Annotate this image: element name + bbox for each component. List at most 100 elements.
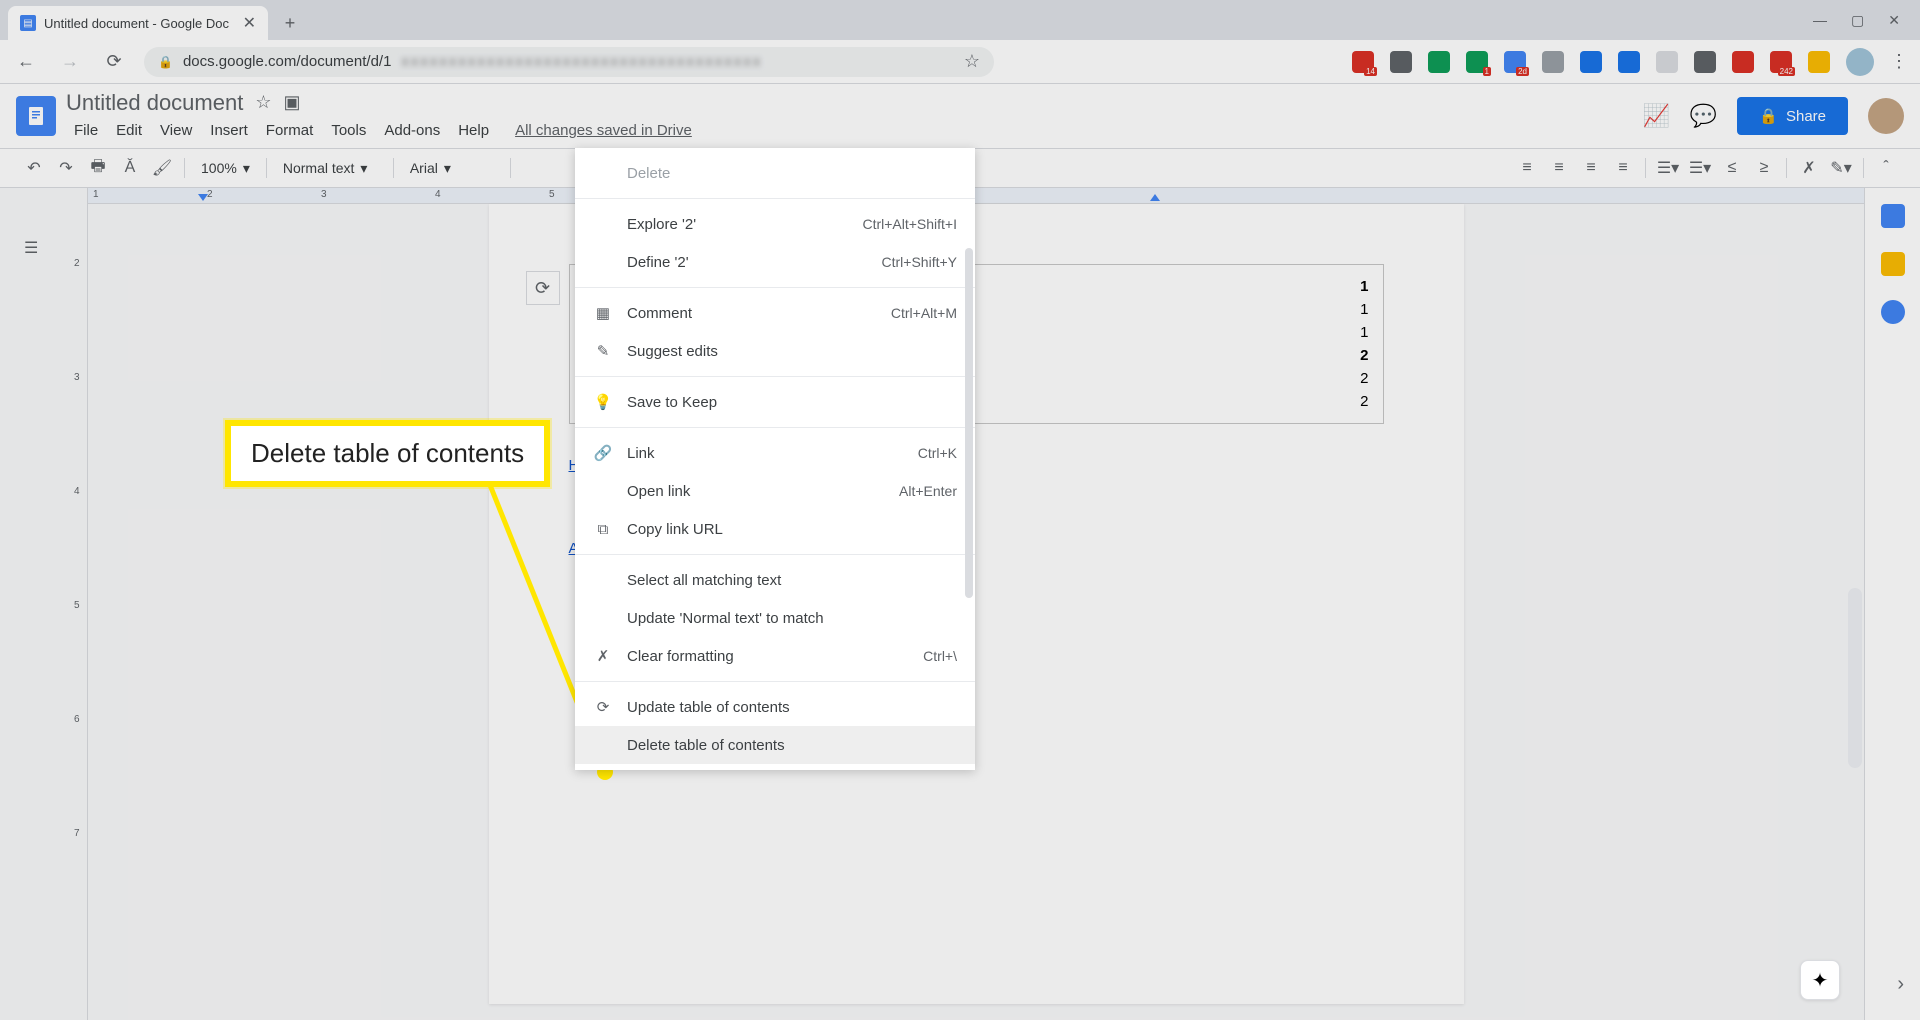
outline-icon[interactable]: ☰ xyxy=(24,238,48,262)
star-document-icon[interactable]: ☆ xyxy=(255,92,271,113)
toc-refresh-button[interactable]: ⟳ xyxy=(526,271,560,305)
explore-button[interactable]: ✦ xyxy=(1800,960,1840,1000)
shortcut-label: Ctrl+K xyxy=(918,445,957,461)
extension-icon[interactable] xyxy=(1428,51,1450,73)
font-select[interactable]: Arial ▾ xyxy=(402,156,502,181)
context-menu-label: Update table of contents xyxy=(627,699,790,716)
extension-icon[interactable] xyxy=(1732,51,1754,73)
menu-edit[interactable]: Edit xyxy=(108,118,150,143)
refresh-icon: ⟳ xyxy=(593,697,613,717)
extension-icon[interactable] xyxy=(1542,51,1564,73)
context-menu-separator xyxy=(575,681,975,682)
callout-annotation: Delete table of contents xyxy=(225,420,550,487)
paint-format-button[interactable]: 🖌 xyxy=(148,154,176,182)
maximize-button[interactable]: ▢ xyxy=(1851,12,1864,29)
context-menu-item[interactable]: ✎Suggest edits xyxy=(575,332,975,370)
chrome-menu-icon[interactable]: ⋮ xyxy=(1890,51,1908,72)
copy-icon: ⧉ xyxy=(593,519,613,539)
redo-button[interactable]: ↷ xyxy=(52,154,80,182)
extension-icon[interactable] xyxy=(1808,51,1830,73)
context-menu-scrollbar[interactable] xyxy=(965,248,973,598)
context-menu-item[interactable]: ⧉Copy link URL xyxy=(575,510,975,548)
line-spacing-button[interactable]: ≡ xyxy=(1609,154,1637,182)
context-menu-item[interactable]: 💡Save to Keep xyxy=(575,383,975,421)
zoom-select[interactable]: 100% ▾ xyxy=(193,156,258,181)
menu-view[interactable]: View xyxy=(152,118,200,143)
context-menu-item[interactable]: 🔗LinkCtrl+K xyxy=(575,434,975,472)
star-icon[interactable]: ☆ xyxy=(964,51,980,72)
menu-insert[interactable]: Insert xyxy=(202,118,256,143)
extension-icon[interactable]: 14 xyxy=(1352,51,1374,73)
scrollbar[interactable] xyxy=(1848,588,1862,768)
context-menu-item[interactable]: Delete table of contents xyxy=(575,726,975,764)
suggest-icon: ✎ xyxy=(593,341,613,361)
align-right-button[interactable]: ≡ xyxy=(1577,154,1605,182)
tasks-icon[interactable] xyxy=(1881,300,1905,324)
collapse-toolbar-button[interactable]: ˆ xyxy=(1872,154,1900,182)
keep-icon[interactable] xyxy=(1881,252,1905,276)
document-title[interactable]: Untitled document xyxy=(66,90,243,116)
blank-icon xyxy=(593,481,613,501)
activity-icon[interactable]: 📈 xyxy=(1642,103,1669,129)
editing-mode-button[interactable]: ✎▾ xyxy=(1827,154,1855,182)
paragraph-style-select[interactable]: Normal text ▾ xyxy=(275,156,385,181)
new-tab-button[interactable]: + xyxy=(276,9,304,37)
decrease-indent-button[interactable]: ≤ xyxy=(1718,154,1746,182)
extension-icon[interactable] xyxy=(1390,51,1412,73)
menu-format[interactable]: Format xyxy=(258,118,322,143)
spellcheck-button[interactable]: Ǎ xyxy=(116,154,144,182)
extension-icon[interactable]: 1 xyxy=(1466,51,1488,73)
browser-tab[interactable]: ▤ Untitled document - Google Doc ✕ xyxy=(8,6,268,40)
blank-icon xyxy=(593,163,613,183)
menu-add-ons[interactable]: Add-ons xyxy=(376,118,448,143)
window-controls: — ▢ ✕ xyxy=(1813,0,1920,40)
menu-tools[interactable]: Tools xyxy=(323,118,374,143)
close-tab-icon[interactable]: ✕ xyxy=(243,13,256,33)
print-button[interactable]: 🖶 xyxy=(84,154,112,182)
back-button[interactable]: ← xyxy=(12,51,40,72)
context-menu-item[interactable]: Define '2'Ctrl+Shift+Y xyxy=(575,243,975,281)
shortcut-label: Ctrl+Alt+M xyxy=(891,305,957,321)
undo-button[interactable]: ↶ xyxy=(20,154,48,182)
extension-icon[interactable]: 242 xyxy=(1770,51,1792,73)
context-menu: DeleteExplore '2'Ctrl+Alt+Shift+IDefine … xyxy=(575,148,975,770)
align-center-button[interactable]: ≡ xyxy=(1545,154,1573,182)
side-panel xyxy=(1864,188,1920,1020)
minimize-button[interactable]: — xyxy=(1813,12,1827,28)
context-menu-item[interactable]: Open linkAlt+Enter xyxy=(575,472,975,510)
save-status[interactable]: All changes saved in Drive xyxy=(507,118,700,143)
context-menu-item[interactable]: ▦CommentCtrl+Alt+M xyxy=(575,294,975,332)
move-document-icon[interactable]: ▣ xyxy=(283,92,300,113)
url-box[interactable]: 🔒 docs.google.com/document/d/1 xxxxxxxxx… xyxy=(144,47,994,77)
margin-marker-icon[interactable] xyxy=(1150,194,1160,201)
extension-icon[interactable]: 2d xyxy=(1504,51,1526,73)
menu-file[interactable]: File xyxy=(66,118,106,143)
reload-button[interactable]: ⟳ xyxy=(100,51,128,72)
numbered-list-button[interactable]: ☰▾ xyxy=(1654,154,1682,182)
side-panel-toggle[interactable]: › xyxy=(1897,973,1904,996)
bulleted-list-button[interactable]: ☰▾ xyxy=(1686,154,1714,182)
comments-icon[interactable]: 💬 xyxy=(1690,103,1717,129)
context-menu-item[interactable]: ⟳ Update table of contents xyxy=(575,688,975,726)
forward-button[interactable]: → xyxy=(56,51,84,72)
context-menu-item[interactable]: ✗Clear formattingCtrl+\ xyxy=(575,637,975,675)
profile-avatar[interactable] xyxy=(1846,48,1874,76)
docs-logo[interactable] xyxy=(16,96,56,136)
comment-icon: ▦ xyxy=(593,303,613,323)
menu-help[interactable]: Help xyxy=(450,118,497,143)
shortcut-label: Ctrl+Alt+Shift+I xyxy=(862,216,957,232)
context-menu-item[interactable]: Explore '2'Ctrl+Alt+Shift+I xyxy=(575,205,975,243)
context-menu-item[interactable]: Select all matching text xyxy=(575,561,975,599)
extension-icon[interactable] xyxy=(1656,51,1678,73)
user-avatar[interactable] xyxy=(1868,98,1904,134)
align-left-button[interactable]: ≡ xyxy=(1513,154,1541,182)
calendar-icon[interactable] xyxy=(1881,204,1905,228)
share-button[interactable]: 🔒 Share xyxy=(1737,97,1848,135)
extension-icon[interactable] xyxy=(1618,51,1640,73)
clear-formatting-button[interactable]: ✗ xyxy=(1795,154,1823,182)
increase-indent-button[interactable]: ≥ xyxy=(1750,154,1778,182)
extension-icon[interactable] xyxy=(1694,51,1716,73)
close-window-button[interactable]: ✕ xyxy=(1888,12,1900,29)
extension-icon[interactable] xyxy=(1580,51,1602,73)
context-menu-item[interactable]: Update 'Normal text' to match xyxy=(575,599,975,637)
